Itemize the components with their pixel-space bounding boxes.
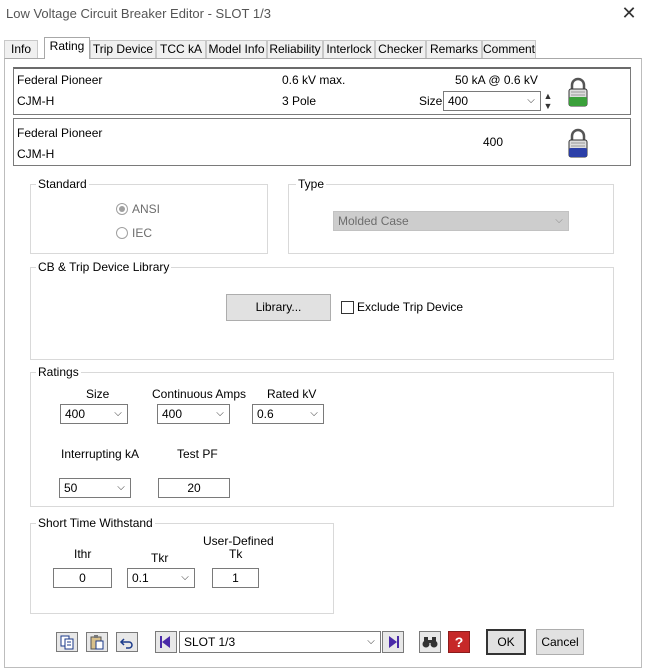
device-header-secondary: Federal Pioneer CJM-H 400	[13, 118, 631, 166]
tab-checker[interactable]: Checker	[375, 40, 426, 59]
tab-comment[interactable]: Comment	[482, 40, 536, 59]
cancel-button[interactable]: Cancel	[536, 629, 584, 655]
interrupting-ka-label: Interrupting kA	[61, 447, 140, 461]
tk-input[interactable]: 1	[212, 568, 259, 588]
window-title: Low Voltage Circuit Breaker Editor - SLO…	[6, 6, 271, 21]
exclude-trip-device-checkbox[interactable]	[341, 301, 354, 314]
copy-icon[interactable]	[56, 632, 78, 652]
header-size-select[interactable]: 400 ⌵	[443, 91, 541, 111]
size-value: 400	[65, 407, 86, 421]
close-icon[interactable]: ✕	[620, 3, 638, 23]
ithr-label: Ithr	[74, 547, 92, 561]
rated-kv-label: Rated kV	[267, 387, 317, 401]
find-binoculars-icon[interactable]	[419, 631, 441, 653]
tkr-label: Tkr	[151, 551, 169, 565]
manufacturer-text-2: Federal Pioneer	[17, 126, 103, 140]
iec-radio[interactable]	[116, 227, 128, 239]
iec-label: IEC	[132, 226, 153, 240]
size-label: Size	[86, 387, 110, 401]
manufacturer-text: Federal Pioneer	[17, 73, 103, 87]
lock-icon	[568, 77, 588, 107]
size-spinner[interactable]: ▲ ▼	[542, 91, 554, 113]
continuous-amps-select[interactable]: 400 ⌵	[157, 404, 230, 424]
interrupting-ka-value: 50	[64, 481, 78, 495]
test-pf-input[interactable]: 20	[158, 478, 230, 498]
standard-group-label: Standard	[36, 177, 89, 191]
poles-text: 3 Pole	[282, 94, 317, 108]
chevron-down-icon: ⌵	[181, 572, 189, 583]
header-size-value: 400	[448, 94, 469, 108]
chevron-down-icon: ⌵	[216, 408, 224, 419]
interrupting-ka-select[interactable]: 50 ⌵	[59, 478, 131, 498]
continuous-amps-value: 400	[162, 407, 183, 421]
type-value: Molded Case	[338, 214, 409, 228]
test-pf-label: Test PF	[177, 447, 218, 461]
type-group-label: Type	[296, 177, 327, 191]
ansi-label: ANSI	[132, 202, 161, 216]
model-text-2: CJM-H	[17, 147, 55, 161]
standard-group	[30, 184, 268, 254]
next-slot-icon[interactable]	[382, 631, 404, 653]
slot-value: SLOT 1/3	[184, 635, 236, 649]
rated-kv-value: 0.6	[257, 407, 274, 421]
rated-kv-select[interactable]: 0.6 ⌵	[252, 404, 324, 424]
tab-tcc-ka[interactable]: TCC kA	[156, 40, 206, 59]
interrupting-rating-text: 50 kA @ 0.6 kV	[455, 73, 538, 87]
slot-select[interactable]: SLOT 1/3 ⌵	[179, 631, 381, 653]
chevron-down-icon: ⌵	[555, 215, 563, 226]
library-group-label: CB & Trip Device Library	[36, 260, 172, 274]
ithr-input[interactable]: 0	[53, 568, 112, 588]
chevron-down-icon: ⌵	[114, 408, 122, 419]
library-button[interactable]: Library...	[226, 294, 331, 321]
chevron-down-icon: ⌵	[117, 482, 125, 493]
paste-icon[interactable]	[86, 632, 108, 652]
short-time-withstand-label: Short Time Withstand	[36, 516, 155, 530]
size-label: Size	[419, 94, 443, 108]
ratings-group-label: Ratings	[36, 365, 81, 379]
model-text: CJM-H	[17, 94, 55, 108]
tab-rating[interactable]: Rating	[44, 37, 90, 59]
tab-reliability[interactable]: Reliability	[267, 40, 323, 59]
voltage-text: 0.6 kV max.	[282, 73, 346, 87]
exclude-trip-device-label: Exclude Trip Device	[357, 300, 464, 314]
size-select[interactable]: 400 ⌵	[60, 404, 128, 424]
tab-trip-device[interactable]: Trip Device	[90, 40, 156, 59]
chevron-down-icon: ⌵	[527, 95, 535, 106]
size-text-2: 400	[483, 135, 504, 149]
chevron-down-icon: ⌵	[367, 636, 375, 647]
lock-icon	[568, 128, 588, 158]
chevron-down-icon: ⌵	[310, 408, 318, 419]
device-header-primary: Federal Pioneer CJM-H 0.6 kV max. 3 Pole…	[13, 67, 631, 115]
previous-slot-icon[interactable]	[155, 631, 177, 653]
tab-info[interactable]: Info	[4, 40, 38, 59]
undo-icon[interactable]	[116, 632, 138, 652]
ok-button[interactable]: OK	[486, 629, 526, 655]
type-select[interactable]: Molded Case ⌵	[333, 211, 569, 231]
user-defined-label: User-Defined	[203, 534, 274, 548]
tab-interlock[interactable]: Interlock	[323, 40, 375, 59]
tab-model-info[interactable]: Model Info	[206, 40, 267, 59]
tkr-value: 0.1	[132, 571, 149, 585]
help-icon[interactable]: ?	[448, 631, 470, 653]
tab-remarks[interactable]: Remarks	[426, 40, 482, 59]
tkr-select[interactable]: 0.1 ⌵	[127, 568, 195, 588]
continuous-amps-label: Continuous Amps	[152, 387, 247, 401]
tk-label: Tk	[229, 547, 243, 561]
ansi-radio[interactable]	[116, 203, 128, 215]
